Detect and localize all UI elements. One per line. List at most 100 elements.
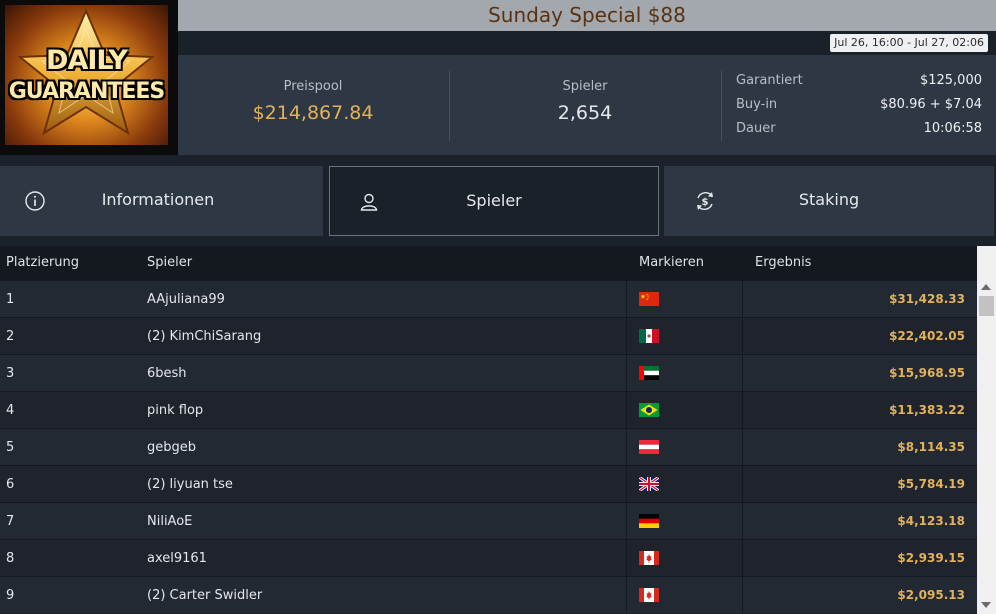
- result-amount: $2,939.15: [897, 551, 965, 565]
- tab-label: Staking: [798, 190, 860, 209]
- column-header-result[interactable]: Ergebnis: [755, 246, 811, 280]
- column-divider: [742, 540, 743, 577]
- tab-staking[interactable]: $ Staking: [664, 166, 994, 236]
- scroll-down-arrow-icon[interactable]: [981, 602, 991, 608]
- date-range: Jul 26, 16:00 - Jul 27, 02:06: [830, 34, 988, 52]
- prize-pool-value: $214,867.84: [252, 102, 374, 124]
- info-key: Buy-in: [736, 97, 778, 112]
- player-name: gebgeb: [147, 440, 197, 455]
- tab-bar: Informationen Spieler $ Staking: [0, 155, 996, 246]
- table-scrollbar[interactable]: [977, 246, 996, 614]
- column-header-flag[interactable]: Markieren: [639, 246, 704, 280]
- brazil-flag-icon: [639, 403, 659, 417]
- player-name: 6besh: [147, 366, 187, 381]
- placement-cell: 2: [6, 329, 15, 344]
- uk-flag-icon: [639, 477, 659, 491]
- player-count-label: Spieler: [562, 79, 608, 94]
- table-row[interactable]: 8 axel9161 $2,939.15: [0, 539, 977, 577]
- column-divider: [742, 318, 743, 355]
- placement-cell: 8: [6, 551, 15, 566]
- tab-informationen[interactable]: Informationen: [0, 166, 323, 236]
- placement-cell: 1: [6, 292, 15, 307]
- column-divider: [626, 540, 627, 577]
- column-divider: [742, 466, 743, 503]
- info-key: Dauer: [736, 121, 776, 136]
- table-row[interactable]: 6 (2) liyuan tse $5,784.19: [0, 465, 977, 503]
- result-amount: $15,968.95: [889, 366, 965, 380]
- date-bar: Jul 26, 16:00 - Jul 27, 02:06: [178, 31, 996, 55]
- tab-spieler[interactable]: Spieler: [329, 166, 659, 236]
- placement-cell: 3: [6, 366, 15, 381]
- result-amount: $4,123.18: [897, 514, 965, 528]
- placement-cell: 7: [6, 514, 15, 529]
- column-divider: [626, 318, 627, 355]
- column-divider: [626, 281, 627, 318]
- result-amount: $8,114.35: [897, 440, 965, 454]
- title-bar: Sunday Special $88: [178, 0, 996, 31]
- stats-panel: Preispool $214,867.84 Spieler 2,654 Gara…: [178, 55, 996, 155]
- canada-flag-icon: [639, 588, 659, 602]
- player-name: pink flop: [147, 403, 204, 418]
- canada-flag-icon: [639, 551, 659, 565]
- result-amount: $2,095.13: [897, 588, 965, 602]
- tab-label: Spieler: [466, 191, 522, 210]
- result-amount: $31,428.33: [889, 292, 965, 306]
- scroll-thumb[interactable]: [979, 296, 994, 316]
- column-divider: [742, 355, 743, 392]
- column-header-player[interactable]: Spieler: [147, 246, 192, 280]
- column-divider: [626, 466, 627, 503]
- scroll-up-arrow-icon[interactable]: [981, 284, 991, 290]
- player-name: (2) liyuan tse: [147, 477, 233, 492]
- info-row-duration: Dauer 10:06:58: [736, 121, 982, 145]
- result-amount: $11,383.22: [889, 403, 965, 417]
- table-header: Platzierung Spieler Markieren Ergebnis: [0, 246, 977, 280]
- column-header-placement[interactable]: Platzierung: [6, 246, 79, 280]
- player-count-value: 2,654: [557, 102, 613, 124]
- player-name: (2) KimChiSarang: [147, 329, 262, 344]
- info-row-buyin: Buy-in $80.96 + $7.04: [736, 97, 982, 121]
- logo-text-daily: DAILY: [46, 45, 128, 76]
- info-row-guaranteed: Garantiert $125,000: [736, 73, 982, 97]
- uae-flag-icon: [639, 366, 659, 380]
- column-divider: [742, 281, 743, 318]
- player-name: AAjuliana99: [147, 292, 225, 307]
- tournament-title: Sunday Special $88: [488, 3, 686, 27]
- result-amount: $5,784.19: [897, 477, 965, 491]
- placement-cell: 5: [6, 440, 15, 455]
- placement-cell: 6: [6, 477, 15, 492]
- players-table: Platzierung Spieler Markieren Ergebnis 1…: [0, 246, 996, 614]
- placement-cell: 9: [6, 588, 15, 603]
- info-key: Garantiert: [736, 73, 803, 88]
- table-row[interactable]: 5 gebgeb $8,114.35: [0, 428, 977, 466]
- info-value: $80.96 + $7.04: [880, 97, 982, 112]
- mexico-flag-icon: [639, 329, 659, 343]
- column-divider: [626, 577, 627, 614]
- column-divider: [742, 429, 743, 466]
- table-row[interactable]: 1 AAjuliana99 $31,428.33: [0, 280, 977, 318]
- column-divider: [742, 503, 743, 540]
- table-row[interactable]: 2 (2) KimChiSarang $22,402.05: [0, 317, 977, 355]
- table-row[interactable]: 7 NiliAoE $4,123.18: [0, 502, 977, 540]
- player-name: (2) Carter Swidler: [147, 588, 263, 603]
- column-divider: [742, 392, 743, 429]
- column-divider: [626, 429, 627, 466]
- logo-image: DAILY GUARANTEES: [5, 5, 168, 145]
- column-divider: [626, 503, 627, 540]
- table-body: 1 AAjuliana99 $31,428.33 2 (2) KimChiSar…: [0, 280, 977, 614]
- table-row[interactable]: 3 6besh $15,968.95: [0, 354, 977, 392]
- logo-text-guarantees: GUARANTEES: [8, 79, 166, 104]
- player-name: axel9161: [147, 551, 207, 566]
- table-row[interactable]: 9 (2) Carter Swidler $2,095.13: [0, 576, 977, 614]
- germany-flag-icon: [639, 514, 659, 528]
- china-flag-icon: [639, 292, 659, 306]
- column-divider: [626, 392, 627, 429]
- info-value: $125,000: [919, 73, 982, 88]
- tab-label: Informationen: [101, 190, 215, 209]
- tournament-info: Garantiert $125,000 Buy-in $80.96 + $7.0…: [736, 73, 982, 145]
- player-name: NiliAoE: [147, 514, 193, 529]
- column-divider: [742, 577, 743, 614]
- column-divider: [626, 355, 627, 392]
- prize-pool: Preispool $214,867.84: [178, 55, 448, 155]
- info-value: 10:06:58: [923, 121, 982, 136]
- table-row[interactable]: 4 pink flop $11,383.22: [0, 391, 977, 429]
